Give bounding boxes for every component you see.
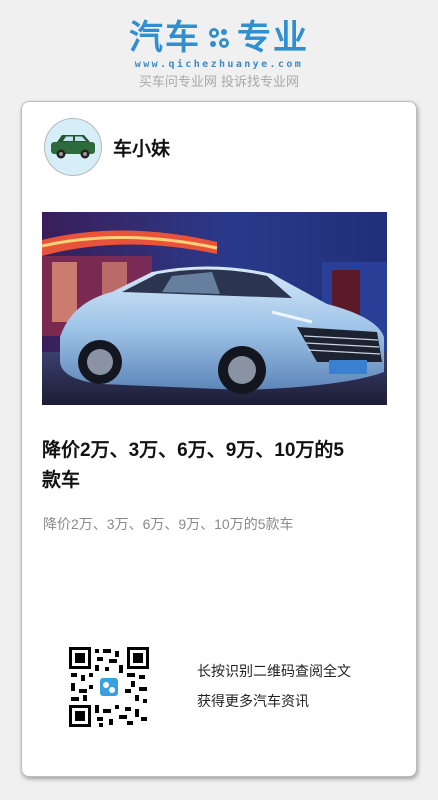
- qr-code-icon[interactable]: [69, 647, 149, 727]
- brand-domain: www.qichezhuanye.com: [134, 59, 304, 70]
- brand-title: 汽车 专业: [129, 18, 309, 58]
- gear-icon: [209, 28, 229, 48]
- car-photo-illustration: [42, 212, 387, 405]
- qr-caption-line2: 获得更多汽车资讯: [197, 695, 309, 710]
- article-card[interactable]: 车小妹 降价2万、3万、6万、9万、10万的5款车 降价2万、3万、6万、9万、…: [21, 101, 417, 777]
- avatar: [44, 118, 102, 176]
- brand-slogan: 买车问专业网 投诉找专业网: [138, 75, 300, 90]
- brand-logo: 汽车 专业 www.qichezhuanye.com 买车问专业网 投诉找专业网: [0, 18, 438, 92]
- brand-title-left: 汽车: [129, 18, 201, 58]
- car-avatar-icon: [51, 135, 95, 159]
- article-summary: 降价2万、3万、6万、9万、10万的5款车: [43, 516, 294, 532]
- qr-caption-line1: 长按识别二维码查阅全文: [197, 665, 351, 680]
- brand-title-right: 专业: [237, 18, 309, 58]
- car-photo[interactable]: [42, 212, 387, 405]
- author-name: 车小妹: [113, 138, 171, 160]
- author-row: 车小妹: [44, 118, 170, 176]
- article-title[interactable]: 降价2万、3万、6万、9万、10万的5款车: [42, 436, 362, 496]
